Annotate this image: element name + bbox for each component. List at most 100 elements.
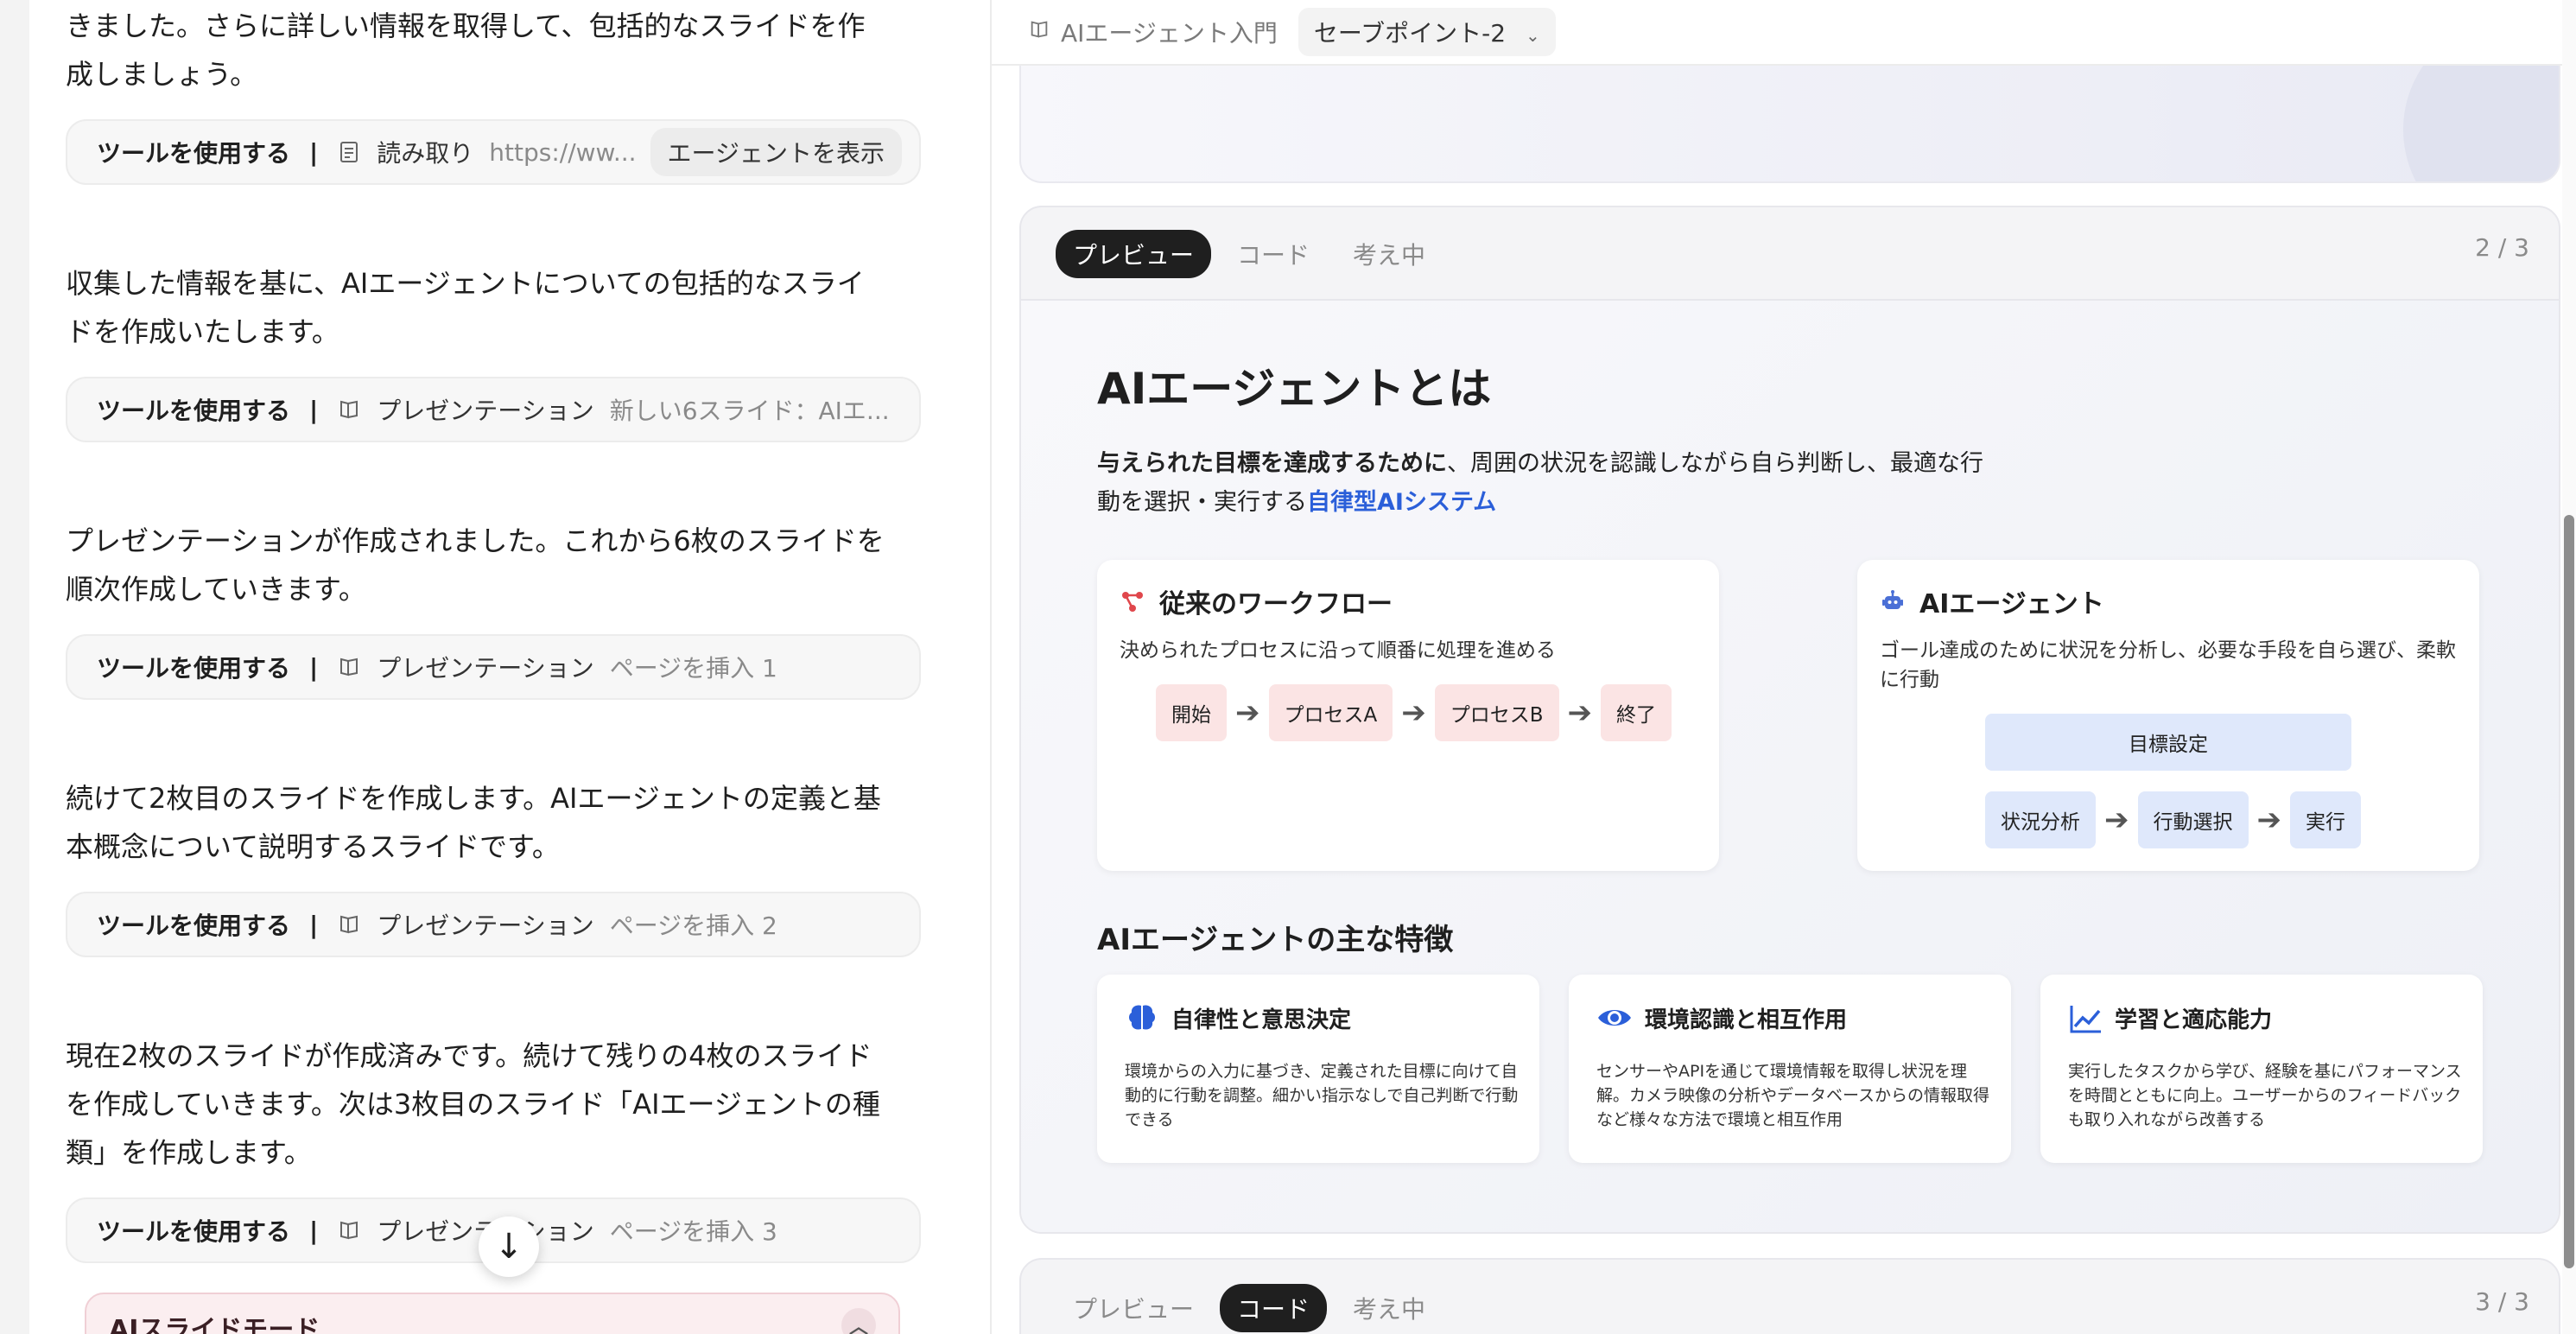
- flow-step: 行動選択: [2137, 791, 2249, 848]
- chevron-down-icon: ⌄: [1526, 25, 1540, 46]
- flow-step: 状況分析: [1985, 791, 2096, 848]
- tool-name: プレゼンテーション: [377, 654, 594, 683]
- message-line: 収集した情報を基に、AIエージェントについての包括的なスライ: [66, 267, 865, 300]
- feature-title-text: 学習と適応能力: [2115, 1007, 2273, 1033]
- tool-use-label: ツールを使用する: [97, 397, 291, 425]
- tool-use-label: ツールを使用する: [97, 139, 291, 168]
- flow-step: 実行: [2290, 791, 2361, 848]
- tab-thinking[interactable]: 考え中: [1336, 230, 1443, 278]
- chat-message: 収集した情報を基に、AIエージェントについての包括的なスライ ドを作成いたします…: [66, 259, 921, 356]
- page-indicator: 3 / 3: [2475, 1287, 2529, 1316]
- next-slide-card: プレビュー コード 考え中 3 / 3: [1019, 1258, 2560, 1334]
- chat-message: 続けて2枚目のスライドを作成します。AIエージェントの定義と基 本概念について説…: [66, 774, 921, 871]
- flow-step: 開始: [1156, 684, 1227, 741]
- arrow-right-icon: ➔: [1235, 696, 1260, 730]
- arrow-right-icon: ➔: [1401, 696, 1426, 730]
- tab-thinking[interactable]: 考え中: [1336, 1284, 1443, 1332]
- chevron-up-icon[interactable]: ︿: [841, 1308, 876, 1334]
- arrow-right-icon: ➔: [2256, 803, 2282, 837]
- decorative-circle: [2403, 52, 2559, 181]
- message-line: 現在2枚のスライドが作成済みです。続けて残りの4枚のスライド: [66, 1039, 872, 1072]
- definition-highlight: 自律型AIシステム: [1307, 489, 1497, 516]
- scrollbar-thumb[interactable]: [2564, 515, 2574, 1268]
- feature-description: センサーやAPIを通じて環境情報を取得し状況を理解。カメラ映像の分析やデータベー…: [1596, 1062, 1990, 1129]
- message-line: 類」を作成します。: [66, 1136, 312, 1169]
- ai-agent-panel: AIエージェント ゴール達成のために状況を分析し、必要な手段を自ら選び、柔軟に行…: [1857, 560, 2479, 871]
- presentation-icon: [337, 1218, 361, 1242]
- panel-description: 決められたプロセスに沿って順番に処理を進める: [1120, 639, 1556, 662]
- previous-slide-card: [1019, 52, 2560, 183]
- scroll-down-button[interactable]: ↓: [479, 1216, 539, 1277]
- workflow-panel: 従来のワークフロー 決められたプロセスに沿って順番に処理を進める 開始 ➔ プロ…: [1097, 560, 1719, 871]
- slide-definition: 与えられた目標を達成するために、周囲の状況を認識しながら自ら判断し、最適な行 動を…: [1097, 444, 2099, 522]
- tool-separator: |: [309, 1216, 319, 1245]
- chat-panel: きました。さらに詳しい情報を取得して、包括的なスライドを作 成しましょう。 ツー…: [29, 0, 990, 1334]
- tool-name: プレゼンテーション: [377, 397, 594, 425]
- arrow-right-icon: ➔: [1567, 696, 1593, 730]
- workflow-icon: [1120, 588, 1145, 614]
- view-tabs: プレビュー コード 考え中: [1056, 1284, 1451, 1332]
- tool-call-row[interactable]: ツールを使用する | プレゼンテーション ページを挿入 1: [66, 634, 921, 700]
- flow-step: プロセスB: [1434, 684, 1559, 741]
- brain-icon: [1125, 1000, 1159, 1035]
- tab-code[interactable]: コード: [1220, 1284, 1328, 1332]
- goal-box: 目標設定: [1985, 714, 2351, 771]
- breadcrumb[interactable]: AIエージェント入門: [1028, 15, 1278, 49]
- message-line: きました。さらに詳しい情報を取得して、包括的なスライドを作: [66, 10, 866, 42]
- breadcrumb-label: AIエージェント入門: [1061, 19, 1278, 48]
- slide-card: プレビュー コード 考え中 2 / 3 AIエージェントとは 与えられた目標を達…: [1019, 206, 2560, 1234]
- preview-panel: プレビュー コード 考え中 2 / 3 AIエージェントとは 与えられた目標を達…: [992, 0, 2576, 1334]
- tab-code[interactable]: コード: [1220, 230, 1327, 278]
- view-agent-button[interactable]: エージェントを表示: [650, 128, 902, 176]
- presentation-icon: [337, 397, 361, 422]
- tool-separator: |: [309, 395, 319, 424]
- tool-detail: ページを挿入 2: [609, 912, 777, 940]
- tool-call-row[interactable]: ツールを使用する | プレゼンテーション 新しい6スライド：AIエ...: [66, 377, 921, 442]
- feature-title: 自律性と意思決定: [1125, 1000, 1351, 1035]
- feature-card: 自律性と意思決定 環境からの入力に基づき、定義された目標に向けて自動的に行動を調…: [1097, 975, 1539, 1163]
- tool-use-label: ツールを使用する: [97, 912, 291, 940]
- panel-title-text: AIエージェント: [1919, 589, 2104, 619]
- tab-preview[interactable]: プレビュー: [1056, 230, 1212, 278]
- panel-description: ゴール達成のために状況を分析し、必要な手段を自ら選び、柔軟に行動: [1880, 639, 2456, 691]
- chat-message: きました。さらに詳しい情報を取得して、包括的なスライドを作 成しましょう。: [66, 2, 921, 98]
- message-line: を作成していきます。次は3枚目のスライド「AIエージェントの種: [66, 1088, 880, 1121]
- ai-slide-mode-label: AIスライドモード: [109, 1315, 320, 1334]
- savepoint-value: セーブポイント-2: [1313, 19, 1507, 48]
- message-line: 成しましょう。: [66, 58, 258, 91]
- arrow-down-icon: ↓: [494, 1227, 523, 1267]
- flow-step: プロセスA: [1268, 684, 1393, 741]
- tool-use-label: ツールを使用する: [97, 654, 291, 683]
- savepoint-select[interactable]: セーブポイント-2 ⌄: [1298, 8, 1556, 56]
- panel-title: AIエージェント: [1880, 582, 2104, 620]
- definition-bold: 与えられた目標を達成するために: [1097, 450, 1447, 477]
- ai-slide-mode-panel[interactable]: AIスライドモード ︿: [85, 1293, 900, 1334]
- panel-title: 従来のワークフロー: [1120, 582, 1393, 620]
- tool-use-label: ツールを使用する: [97, 1217, 291, 1246]
- tool-name: プレゼンテーション: [377, 912, 594, 940]
- feature-title: 学習と適応能力: [2068, 1000, 2272, 1035]
- workflow-steps: 開始 ➔ プロセスA ➔ プロセスB ➔ 終了: [1156, 684, 1672, 741]
- slide-title: AIエージェントとは: [1097, 364, 1492, 414]
- tab-preview[interactable]: プレビュー: [1056, 1284, 1211, 1332]
- panel-title-text: 従来のワークフロー: [1159, 589, 1393, 619]
- flow-step: 終了: [1601, 684, 1672, 741]
- page-indicator: 2 / 3: [2475, 233, 2529, 262]
- feature-description: 環境からの入力に基づき、定義された目標に向けて自動的に行動を調整。細かい指示なし…: [1125, 1062, 1519, 1129]
- view-tabs: プレビュー コード 考え中: [1056, 230, 1451, 278]
- tool-call-row[interactable]: ツールを使用する | プレゼンテーション ページを挿入 2: [66, 892, 921, 957]
- tool-call-row[interactable]: ツールを使用する | 読み取り https://ww... エージェントを表示: [66, 119, 921, 185]
- definition-text: 、周囲の状況を認識しながら自ら判断し、最適な行: [1447, 450, 1983, 477]
- slide-canvas: AIエージェントとは 与えられた目標を達成するために、周囲の状況を認識しながら自…: [1021, 299, 2559, 1232]
- tool-detail: 新しい6スライド：AIエ...: [609, 397, 890, 425]
- feature-description: 実行したタスクから学び、経験を基にパフォーマンスを時間とともに向上。ユーザーから…: [2068, 1062, 2462, 1129]
- tool-separator: |: [309, 137, 319, 167]
- tool-detail: ページを挿入 1: [609, 654, 777, 683]
- chat-message: 現在2枚のスライドが作成済みです。続けて残りの4枚のスライド を作成していきます…: [66, 1032, 921, 1177]
- arrow-right-icon: ➔: [2104, 803, 2129, 837]
- presentation-icon: [337, 912, 361, 937]
- tool-detail: ページを挿入 3: [609, 1217, 777, 1246]
- message-line: 本概念について説明するスライドです。: [66, 830, 560, 863]
- tool-name: 読み取り: [377, 139, 474, 168]
- eye-icon: [1596, 1000, 1633, 1035]
